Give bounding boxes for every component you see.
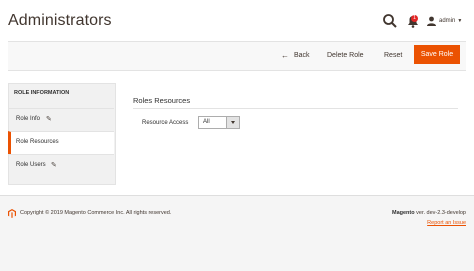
section-divider [133,108,458,109]
page-footer [0,196,474,271]
resource-access-select[interactable]: All [198,116,240,129]
tab-label: Role Users [16,162,46,168]
back-button[interactable]: ← Back [281,49,310,61]
delete-role-label: Delete Role [327,51,364,59]
tab-role-info[interactable]: Role Info ✎ [8,108,114,131]
copyright-text: Copyright © 2019 Magento Commerce Inc. A… [20,210,172,216]
resource-access-label: Resource Access [142,120,189,126]
page-title: Administrators [8,12,112,29]
chevron-down-icon: ▼ [457,18,463,24]
arrow-left-icon: ← [281,50,289,60]
save-role-button[interactable]: Save Role [414,45,460,64]
reset-button[interactable]: Reset [384,49,402,61]
tab-role-users[interactable]: Role Users ✎ [8,154,114,177]
report-issue-link[interactable]: Report an Issue [427,220,466,226]
delete-role-button[interactable]: Delete Role [327,49,364,61]
page-header: Administrators [0,0,474,40]
resource-access-value: All [203,119,210,125]
user-icon [427,16,436,26]
section-title: Roles Resources [133,96,191,105]
notification-badge: 1 [411,15,418,22]
brand-name: Magento [392,210,415,216]
pencil-icon: ✎ [51,162,57,169]
version-number: ver. dev-2.3-develop [414,210,466,216]
pencil-icon: ✎ [46,116,52,123]
reset-label: Reset [384,51,403,59]
user-menu[interactable]: admin ▼ [427,13,462,29]
version-text: Magento ver. dev-2.3-develop [392,210,466,216]
magento-logo-icon [8,209,16,218]
search-icon[interactable] [382,13,398,29]
tab-label: Role Resources [16,139,59,145]
tab-label: Role Info [16,116,41,122]
select-toggle[interactable] [226,117,239,128]
chevron-down-icon [231,121,235,124]
back-label: Back [294,51,310,59]
tabs-title: ROLE INFORMATION [14,90,70,96]
user-name: admin [439,18,456,24]
tab-role-resources[interactable]: Role Resources [8,131,114,154]
